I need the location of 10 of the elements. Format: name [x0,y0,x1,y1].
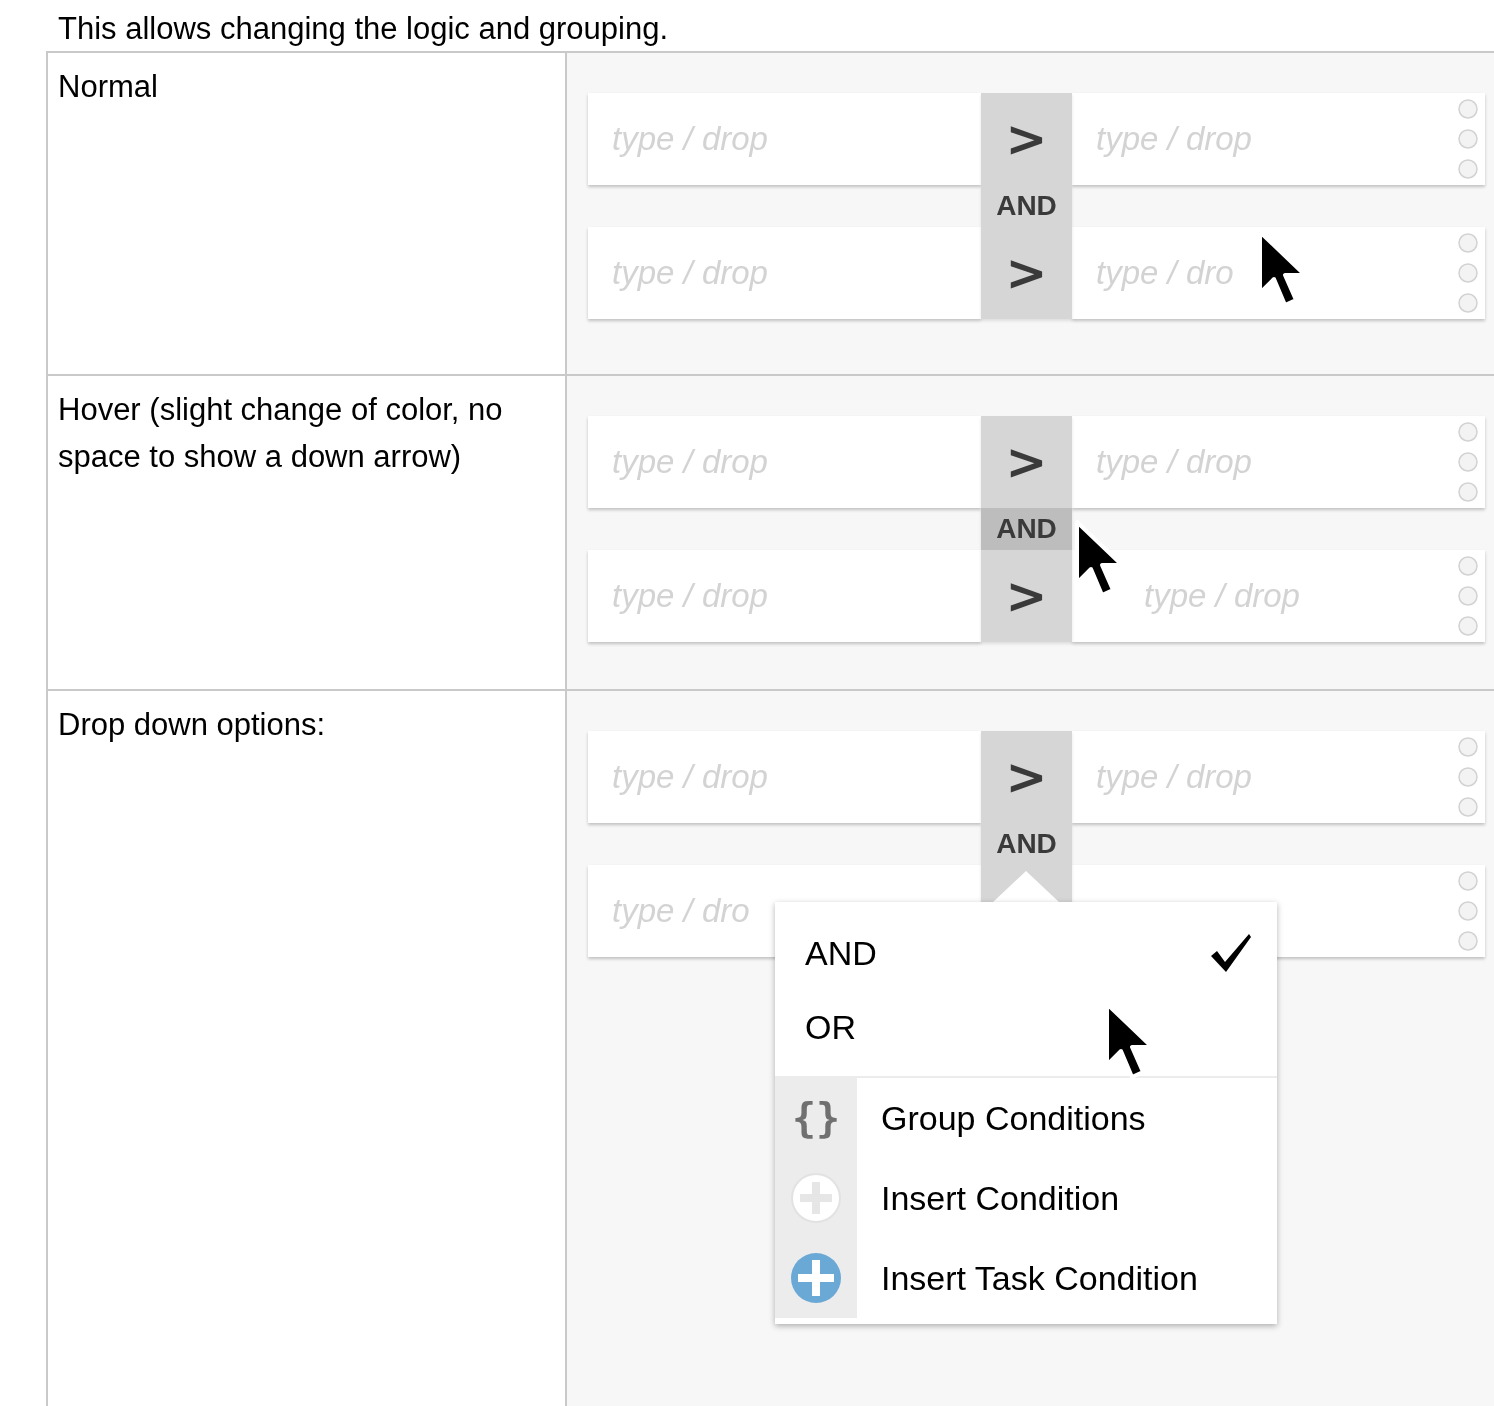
state-label: Hover (slight change of color, no space to show a down arrow) [58,391,504,476]
menu-item-label: Insert Condition [881,1178,1120,1218]
menu-item-label: Group Conditions [881,1098,1146,1138]
menu-item-label: Insert Task Condition [881,1258,1198,1298]
menu-item-label: AND [805,933,877,973]
intro-text: This allows changing the logic and grouping. [57,10,670,48]
state-label: Drop down options: [58,706,327,744]
braces-icon: {} [791,1095,841,1141]
state-label: Normal [58,68,159,106]
menu-item-label: OR [805,1007,856,1047]
